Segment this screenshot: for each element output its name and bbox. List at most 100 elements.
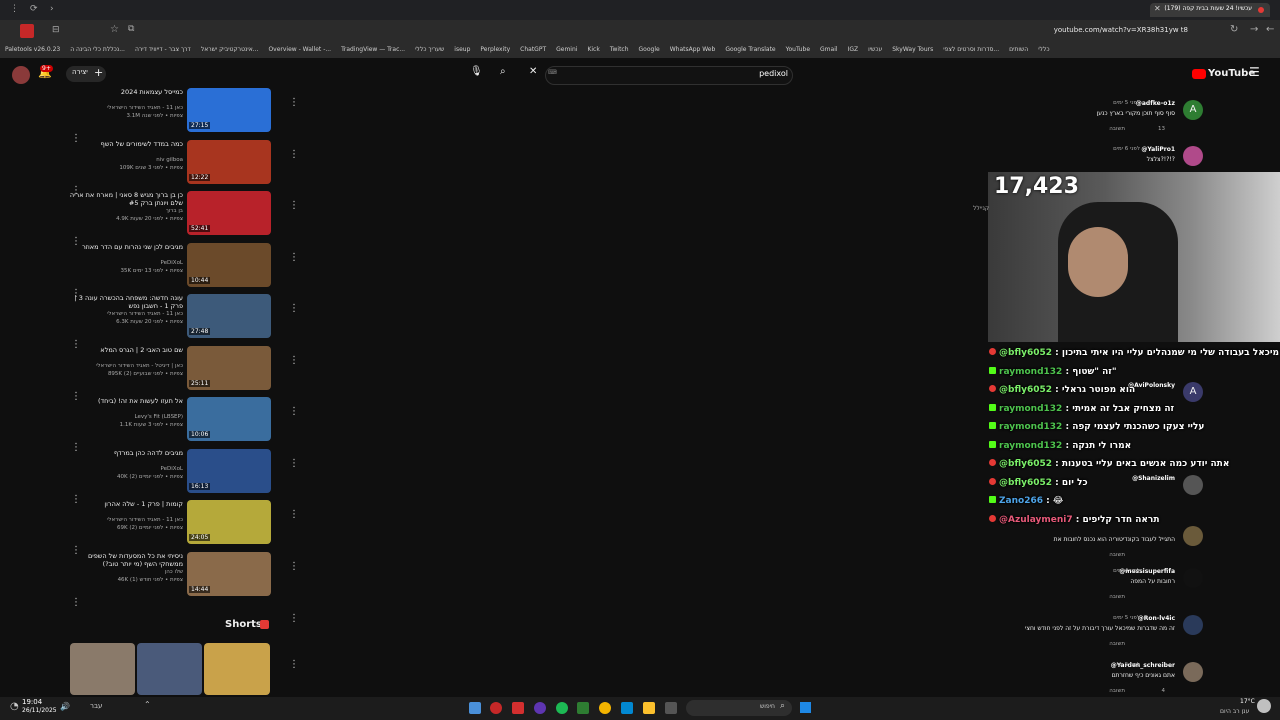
bookmark-item[interactable]: Overview - Wallet -... (268, 42, 331, 58)
comment-author[interactable]: @adfke-o1z (1136, 100, 1175, 107)
more-icon[interactable]: ⋮ (289, 252, 299, 263)
video-title[interactable]: כמה במדד לשימורים של השף (63, 140, 183, 148)
avatar[interactable] (1183, 662, 1203, 682)
weather-temp[interactable]: 17°C (1240, 698, 1255, 705)
more-icon[interactable]: ⋮ (289, 510, 299, 520)
video-channel[interactable]: שלו כהן (63, 569, 183, 576)
bookmark-item[interactable]: אינטרקטיביק ישראל... (201, 42, 259, 58)
short-thumbnail[interactable] (70, 643, 135, 695)
bookmark-item[interactable]: עכשיו (868, 42, 882, 58)
chat-username[interactable]: Zano266 (999, 496, 1043, 506)
video-channel[interactable]: PeDiXoL (63, 260, 183, 267)
more-icon[interactable]: ⋮ (71, 597, 81, 608)
bookmark-item[interactable]: סדרות וסרטים לצפי... (943, 42, 999, 58)
comment-author[interactable]: @Shanizelim (1132, 475, 1175, 482)
chat-username[interactable]: @bfly6052 (999, 459, 1052, 469)
star-icon[interactable]: ☆ (110, 24, 119, 35)
video-title[interactable]: ניסיתי את כל המסעדות של השפים ממשחקי השף… (63, 552, 183, 568)
keyboard-icon[interactable]: ⌨ (548, 69, 557, 76)
reply-button[interactable]: תשובה (1109, 126, 1125, 132)
url-field[interactable]: youtube.com/watch?v=XR38h31yw t8 (1054, 26, 1188, 34)
more-icon[interactable]: ⋮ (289, 407, 299, 417)
folder-icon[interactable] (643, 702, 655, 714)
bookmark-item[interactable]: Kick (587, 42, 599, 58)
short-thumbnail[interactable] (204, 643, 270, 695)
taskbar-time[interactable]: 19:04 (22, 698, 42, 706)
video-title[interactable]: שם טוב האבי 2 | הגרס המלא (63, 346, 183, 354)
avatar[interactable] (1183, 475, 1203, 495)
short-thumbnail[interactable] (137, 643, 202, 695)
chat-username[interactable]: @Azulaymeni7 (999, 515, 1073, 525)
forward-icon[interactable]: › (50, 4, 54, 14)
bookmark-item[interactable]: דרך צבר - דייוויד דירה (135, 42, 191, 58)
bookmark-item[interactable]: שעריך כללי (415, 42, 444, 58)
bookmark-item[interactable]: Google (639, 42, 660, 58)
back-nav-icon[interactable]: ← (1266, 24, 1274, 35)
chevron-up-icon[interactable]: ⌃ (144, 700, 151, 709)
extension-icon[interactable] (20, 24, 34, 38)
taskbar-search[interactable]: חיפוש ⌕ (686, 700, 792, 716)
youtube-logo-icon[interactable] (1192, 69, 1206, 79)
video-channel[interactable]: Levy's Fit (LBSEP) (63, 414, 184, 421)
video-channel[interactable]: niv gilboa (63, 157, 183, 164)
comment-time[interactable]: לפני 5 ימים (1113, 100, 1140, 106)
bookmark-item[interactable]: iseup (454, 42, 470, 58)
taskbar-app-icon[interactable] (665, 702, 677, 714)
search-input[interactable]: ⌨ pedixol (545, 66, 793, 85)
avatar[interactable]: A (1183, 382, 1203, 402)
comment-time[interactable]: לפני 4 ימים (1113, 568, 1140, 574)
video-title[interactable]: עונה חדשה: משפחה בהכשרה עונה 3 | פרק 1 -… (63, 294, 184, 310)
avatar[interactable] (1183, 146, 1203, 166)
video-channel[interactable]: כאן 11 - תאגיד השידור הישראלי (63, 517, 183, 524)
hamburger-menu-icon[interactable]: ☰ (1249, 65, 1260, 79)
taskbar-date[interactable]: 26/11/2025 (22, 707, 57, 714)
video-channel[interactable]: כאן 11 - תאגיד השידור הישראלי (63, 105, 183, 112)
video-channel[interactable]: כאן 11 - תאגיד השידור הישראלי (63, 311, 183, 318)
language-indicator[interactable]: עבר (90, 702, 102, 710)
taskbar-app-icon[interactable] (512, 702, 524, 714)
more-icon[interactable]: ⋮ (289, 149, 299, 160)
more-icon[interactable]: ⋮ (289, 304, 299, 314)
video-channel[interactable]: כאן | דיגיטל - תאגיד השידור הישראלי (63, 363, 183, 370)
reply-button[interactable]: תשובה (1109, 688, 1125, 694)
video-channel[interactable]: PeDiXoL (63, 466, 183, 473)
clear-search-icon[interactable]: ✕ (529, 66, 537, 77)
close-tab-icon[interactable]: ✕ (1154, 4, 1161, 13)
chat-username[interactable]: @bfly6052 (999, 478, 1052, 488)
taskbar-app-icon[interactable] (534, 702, 546, 714)
bookmark-item[interactable]: Gmail (820, 42, 838, 58)
bookmark-item[interactable]: ChatGPT (520, 42, 546, 58)
avatar[interactable]: A (1183, 100, 1203, 120)
bookmark-item[interactable]: Twitch (610, 42, 629, 58)
video-title[interactable]: קומות | פרק 1 - שלה אהרון (63, 500, 183, 508)
create-button[interactable]: יצירה + (66, 66, 106, 82)
video-title[interactable]: אל תעזו לעשות את זה! (ביחד) (63, 397, 183, 405)
chat-username[interactable]: @bfly6052 (999, 385, 1052, 395)
windows-start-icon[interactable] (800, 702, 811, 713)
chat-username[interactable]: raymond132 (999, 367, 1062, 377)
video-title[interactable]: מגיבים לכן שני נהרות עם הדר מאוזר (63, 243, 183, 251)
comment-time[interactable]: לפני 6 ימים (1113, 146, 1140, 152)
bookmark-item[interactable]: כללי (1038, 42, 1049, 58)
refresh-icon[interactable]: ⟳ (30, 4, 38, 14)
more-icon[interactable]: ⋮ (289, 201, 299, 211)
tab-search-icon[interactable]: ⊟ (52, 25, 60, 35)
video-title[interactable]: מגיבים לדהה כהן במרדף (63, 449, 183, 457)
video-title[interactable]: כן בן ברוך מגיש 8 סאני | מארח את אריה של… (63, 191, 183, 207)
avatar[interactable] (1183, 568, 1203, 588)
forward-nav-icon[interactable]: → (1250, 24, 1258, 35)
active-tab[interactable]: (179) עכשיו! 24 שעות בבית קפה ✕ (1150, 3, 1270, 17)
reload-icon[interactable]: ↻ (1230, 24, 1238, 35)
comment-author[interactable]: @AviPolonsky (1128, 382, 1175, 389)
chat-username[interactable]: raymond132 (999, 422, 1062, 432)
chat-username[interactable]: raymond132 (999, 441, 1062, 451)
spotify-icon[interactable] (556, 702, 568, 714)
bookmark-item[interactable]: TradingView — Trac... (341, 42, 405, 58)
avatar[interactable] (1183, 615, 1203, 635)
bookmark-item[interactable]: Paletools v26.0.23 (5, 42, 60, 58)
taskbar-app-icon[interactable] (469, 702, 481, 714)
comment-author[interactable]: @YaliPro1 (1141, 146, 1175, 153)
comment-time[interactable]: לפני 5 ימים (1113, 662, 1140, 668)
bookmark-item[interactable]: Perplexity (480, 42, 510, 58)
taskbar-app-icon[interactable] (621, 702, 633, 714)
